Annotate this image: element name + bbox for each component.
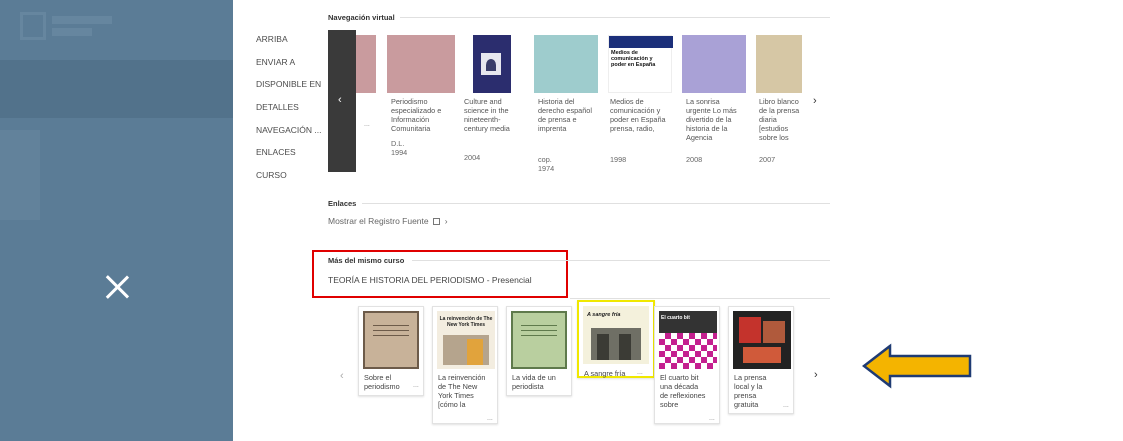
divider [412, 260, 830, 261]
book-cover: La reinvención de The New York Times [437, 311, 495, 369]
nav-item-disponible-en[interactable]: DISPONIBLE EN [256, 79, 322, 102]
source-link[interactable]: Mostrar el Registro Fuente › [328, 216, 448, 226]
overlay-ghost [0, 130, 40, 220]
close-icon[interactable] [100, 270, 134, 304]
book-cover [756, 35, 802, 93]
book-cover: A sangre fría [583, 306, 649, 364]
nav-item-arriba[interactable]: ARRIBA [256, 34, 322, 57]
book-cover [682, 35, 746, 93]
links-title: Enlaces [328, 199, 357, 208]
chevron-left-icon[interactable]: ‹ [340, 370, 344, 382]
divider [400, 17, 830, 18]
book-cover [534, 35, 598, 93]
book-cover [363, 311, 419, 369]
overlay-band [0, 60, 233, 118]
book-cover [511, 311, 567, 369]
course-book-card[interactable]: A sangre fría A sangre fría ... [577, 300, 655, 378]
external-link-icon [433, 218, 440, 225]
virtual-nav-title: Navegación virtual [328, 13, 395, 22]
pointer-arrow-icon [862, 343, 972, 389]
book-cover: Medios de comunicación y poder en España [608, 35, 673, 93]
modal-overlay [0, 0, 233, 441]
course-name[interactable]: TEORÍA E HISTORIA DEL PERIODISMO - Prese… [328, 275, 532, 285]
nav-item-enlaces[interactable]: ENLACES [256, 147, 322, 170]
course-title: Más del mismo curso [328, 256, 405, 265]
nav-item-enviar-a[interactable]: ENVIAR A [256, 57, 322, 80]
book-cover: El cuarto bit [659, 311, 717, 369]
course-book-card[interactable]: La reinvención de The New York Times La … [432, 306, 498, 424]
book-cover [462, 35, 522, 93]
nav-item-curso[interactable]: CURSO [256, 170, 322, 193]
book-cover [356, 35, 376, 93]
library-logo [20, 12, 115, 48]
book-cover [387, 35, 455, 93]
course-book-card[interactable]: Sobre el periodismo ... [358, 306, 424, 396]
divider [362, 203, 830, 204]
nav-item-detalles[interactable]: DETALLES [256, 102, 322, 125]
book-cover [733, 311, 791, 369]
nav-item-navegacion[interactable]: NAVEGACIÓN ... [256, 125, 322, 148]
chevron-right-icon[interactable]: › [813, 95, 817, 107]
chevron-right-icon: › [442, 216, 448, 226]
section-nav: ARRIBA ENVIAR A DISPONIBLE EN DETALLES N… [256, 34, 322, 193]
course-book-card[interactable]: La prensa local y la prensa gratuita ... [728, 306, 794, 414]
course-book-card[interactable]: La vida de un periodista [506, 306, 572, 396]
carousel-prev-button[interactable]: ‹ [328, 30, 356, 172]
divider [570, 298, 830, 299]
chevron-right-icon[interactable]: › [814, 369, 818, 381]
chevron-left-icon: ‹ [338, 94, 342, 106]
course-book-card[interactable]: El cuarto bit El cuarto bit una década d… [654, 306, 720, 424]
